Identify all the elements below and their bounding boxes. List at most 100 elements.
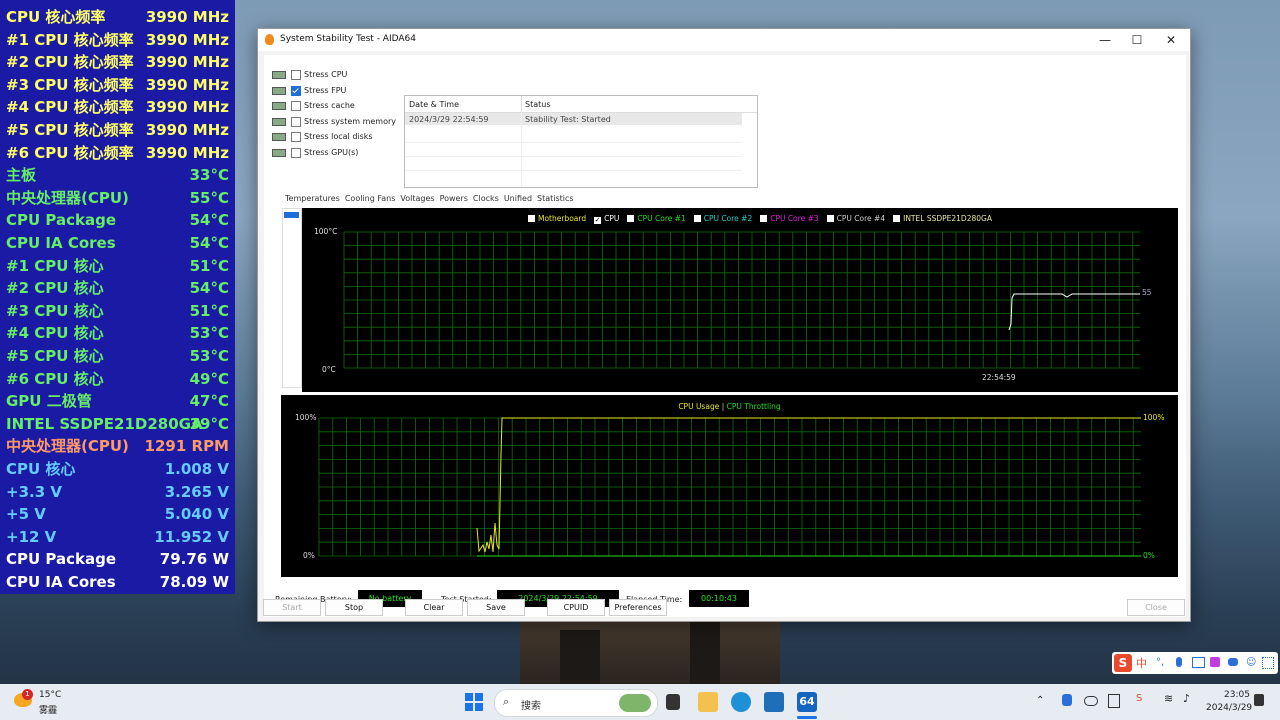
title-bar[interactable]: System Stability Test - AIDA64 — ☐ ✕ — [258, 29, 1190, 51]
scroll-thumb[interactable] — [284, 212, 299, 218]
aida64-taskbar-icon[interactable]: 64 — [797, 692, 817, 712]
checkbox[interactable] — [291, 85, 301, 96]
notification-icon[interactable] — [1254, 694, 1264, 706]
stop-button[interactable]: Stop — [325, 599, 383, 616]
sensor-row: 主板 33°C — [6, 164, 229, 186]
microphone-icon[interactable] — [1176, 657, 1182, 667]
hardware-icon — [272, 71, 286, 79]
ime-toolbar[interactable]: S 中 °, ☺ — [1112, 652, 1278, 674]
checkbox[interactable] — [291, 132, 301, 142]
sensor-label: +12 V — [6, 527, 57, 546]
stress-option-label: Stress FPU — [304, 85, 347, 95]
emoji-icon[interactable]: ☺ — [1246, 657, 1256, 668]
table-row[interactable]: 2024/3/29 22:54:59 Stability Test: Start… — [405, 113, 742, 125]
sensor-label: 中央处理器(CPU) — [6, 188, 129, 207]
stress-option-label: Stress system memory — [304, 116, 397, 126]
sensor-row: 中央处理器(CPU) 55°C — [6, 187, 229, 209]
file-explorer-icon[interactable] — [698, 692, 718, 712]
hardware-icon — [272, 86, 286, 95]
sensor-row: CPU IA Cores 54°C — [6, 232, 229, 254]
sensor-value: 78.09 W — [159, 573, 229, 591]
sensor-row: #3 CPU 核心 51°C — [6, 300, 229, 322]
sensor-value: 54°C — [189, 234, 229, 252]
stress-option[interactable]: Stress local disks — [272, 130, 402, 144]
onedrive-icon[interactable] — [1084, 696, 1098, 706]
preferences-button[interactable]: Preferences — [609, 599, 667, 616]
stress-option[interactable]: Stress GPU(s) — [272, 146, 402, 160]
close-button[interactable]: Close — [1127, 599, 1185, 616]
sensor-label: #1 CPU 核心频率 — [6, 30, 134, 49]
tab-cooling-fans[interactable]: Cooling Fans — [345, 194, 396, 203]
search-highlight-image — [619, 694, 651, 712]
stress-option-label: Stress GPU(s) — [304, 147, 359, 157]
tab-powers[interactable]: Powers — [440, 194, 468, 203]
tab-temperatures[interactable]: Temperatures — [285, 194, 340, 204]
keyboard-icon[interactable] — [1192, 657, 1205, 668]
wifi-icon[interactable]: ≋ — [1164, 692, 1173, 705]
hardware-icon — [272, 117, 286, 126]
chevron-up-icon[interactable]: ⌃ — [1036, 695, 1044, 706]
stress-option[interactable]: Stress cache — [272, 99, 402, 113]
start-button[interactable]: Start — [263, 599, 321, 616]
checkbox[interactable] — [291, 70, 301, 80]
cpuid-button[interactable]: CPUID — [547, 599, 605, 616]
stress-option[interactable]: Stress CPU — [272, 68, 402, 82]
temperature-graph: Motherboard ✓ CPU CPU Core #1 CPU Core #2 CPU… — [302, 208, 1178, 392]
cpu-temperature-line — [1008, 293, 1140, 331]
weather-temp[interactable]: 15°C — [39, 690, 61, 700]
checkbox[interactable] — [291, 101, 301, 111]
tray-device-icon[interactable] — [1108, 694, 1120, 708]
volume-icon[interactable]: ♪ — [1183, 692, 1190, 705]
cpu-usage-graph: CPU Usage | CPU Throttling 100% 0% 100% … — [281, 395, 1178, 577]
hardware-icon — [272, 148, 286, 157]
clock-date[interactable]: 2024/3/29 — [1206, 703, 1252, 713]
stress-option[interactable]: Stress FPU — [272, 84, 402, 98]
hardware-icon — [272, 102, 286, 110]
search-box[interactable]: ⌕ 搜索 — [494, 689, 658, 717]
sensor-value: 49°C — [189, 369, 229, 388]
sensor-value: 53°C — [189, 347, 229, 365]
clock-time[interactable]: 23:05 — [1224, 690, 1250, 700]
usage-plot — [318, 417, 1141, 557]
ime-mode-label[interactable]: 中 — [1136, 655, 1147, 671]
edge-icon[interactable] — [731, 692, 751, 712]
sensor-row: +12 V 11.952 V — [6, 526, 229, 548]
minimize-button[interactable]: — — [1093, 32, 1117, 48]
clear-button[interactable]: Clear — [405, 599, 463, 616]
sensor-value: 39°C — [189, 414, 229, 433]
sogou-tray-icon[interactable]: S — [1136, 693, 1142, 704]
close-window-button[interactable]: ✕ — [1159, 32, 1183, 48]
task-view-icon[interactable] — [666, 694, 680, 710]
checkbox[interactable] — [291, 147, 301, 158]
start-icon[interactable] — [464, 692, 484, 712]
sensor-value: 54°C — [189, 279, 229, 298]
sensor-label: #5 CPU 核心频率 — [6, 121, 134, 139]
sensor-value: 3990 MHz — [145, 143, 229, 162]
tab-voltages[interactable]: Voltages — [400, 194, 434, 203]
tray-app-icon[interactable] — [1062, 694, 1072, 706]
sensor-label: 主板 — [6, 166, 37, 185]
sensor-label: CPU Package — [6, 211, 117, 230]
stress-option-label: Stress cache — [304, 101, 355, 110]
checkbox[interactable] — [291, 116, 301, 127]
tab-statistics[interactable]: Statistics — [537, 194, 574, 203]
toolbox-icon[interactable] — [1262, 657, 1274, 669]
graph-scroll-panel[interactable] — [282, 208, 302, 388]
tab-unified[interactable]: Unified — [504, 194, 532, 203]
sensor-row: #6 CPU 核心 49°C — [6, 368, 229, 390]
punctuation-icon[interactable]: °, — [1156, 657, 1164, 668]
sensor-value: 3990 MHz — [145, 75, 229, 94]
save-button[interactable]: Save — [467, 599, 525, 616]
tab-clocks[interactable]: Clocks — [473, 194, 499, 203]
store-icon[interactable] — [764, 692, 784, 712]
stress-option[interactable]: Stress system memory — [272, 115, 402, 129]
weather-desc[interactable]: 雾霾 — [39, 703, 57, 716]
sensor-row: #1 CPU 核心频率 3990 MHz — [6, 29, 229, 51]
maximize-button[interactable]: ☐ — [1125, 32, 1149, 48]
aida64-flame-icon — [265, 34, 274, 45]
sensor-row: CPU Package 54°C — [6, 209, 229, 231]
game-icon[interactable] — [1228, 658, 1238, 666]
skin-icon[interactable] — [1210, 657, 1220, 667]
sogou-logo-icon: S — [1114, 654, 1132, 672]
sensor-value: 33°C — [189, 166, 229, 185]
